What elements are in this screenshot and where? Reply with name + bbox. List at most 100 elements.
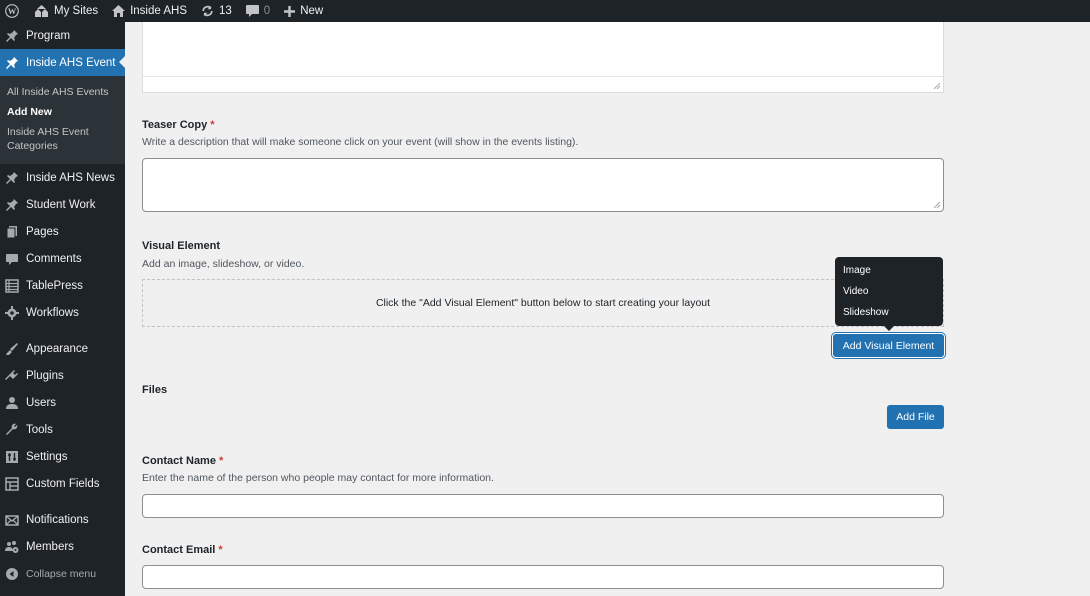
label-text: Teaser Copy	[142, 119, 208, 131]
sidebar-item-label: Tools	[26, 423, 53, 436]
fields-icon	[5, 476, 19, 491]
sidebar-item-program[interactable]: Program	[0, 22, 125, 49]
sidebar-item-label: Plugins	[26, 369, 64, 382]
sidebar-item-label: Pages	[26, 225, 59, 238]
user-icon	[5, 396, 19, 410]
admin-bar: W My Sites Inside AHS 13 0 New	[0, 0, 1090, 22]
gear-icon	[5, 305, 19, 320]
required-marker: *	[210, 119, 215, 131]
comments-count: 0	[263, 5, 271, 17]
sidebar-item-users[interactable]: Users	[0, 389, 125, 416]
sidebar-item-settings[interactable]: Settings	[0, 443, 125, 470]
contact-name-input[interactable]	[142, 494, 944, 518]
sidebar-item-label: Settings	[26, 450, 68, 463]
members-icon	[5, 540, 19, 554]
teaser-copy-description: Write a description that will make someo…	[142, 136, 579, 148]
sidebar-item-workflows[interactable]: Workflows	[0, 299, 125, 326]
wrench-icon	[5, 423, 19, 437]
sidebar-item-members[interactable]: Members	[0, 533, 125, 560]
label-text: Contact Email	[142, 544, 216, 556]
envelope-icon	[5, 513, 19, 527]
new-label: New	[300, 5, 324, 17]
sidebar-item-label: Custom Fields	[26, 477, 100, 490]
my-sites-label: My Sites	[54, 5, 99, 17]
textarea-status-bar	[143, 76, 943, 92]
sidebar-item-inside-ahs-event[interactable]: Inside AHS Event	[0, 49, 125, 76]
sidebar-item-collapse-menu[interactable]: Collapse menu	[0, 560, 125, 587]
settings-icon	[5, 450, 19, 464]
sidebar-item-label: Collapse menu	[26, 567, 97, 580]
sidebar-item-tablepress[interactable]: TablePress	[0, 272, 125, 299]
sidebar-item-comments[interactable]: Comments	[0, 245, 125, 272]
sidebar-item-label: Inside AHS Event	[26, 56, 116, 69]
menu-option-slideshow[interactable]: Slideshow	[835, 302, 943, 323]
visual-element-label: Visual Element	[142, 240, 221, 252]
sidebar-item-label: Users	[26, 396, 57, 409]
comments-button[interactable]: 0	[239, 0, 277, 22]
new-content-button[interactable]: New	[277, 0, 330, 22]
menu-option-video[interactable]: Video	[835, 281, 943, 302]
svg-text:W: W	[8, 7, 17, 16]
plug-icon	[5, 369, 19, 383]
my-sites-menu[interactable]: My Sites	[27, 0, 105, 22]
sidebar-item-label: Student Work	[26, 198, 96, 211]
submenu-item-inside-ahs-event-categories[interactable]: Inside AHS Event Categories	[0, 122, 125, 156]
add-file-button[interactable]: Add File	[887, 405, 944, 429]
contact-email-input[interactable]	[142, 565, 944, 589]
previous-field-textarea[interactable]	[142, 22, 944, 93]
sidebar-item-label: Notifications	[26, 513, 89, 526]
sidebar-submenu: All Inside AHS Events Add New Inside AHS E…	[0, 76, 125, 164]
sidebar-item-label: Program	[26, 29, 71, 42]
sidebar-item-custom-fields[interactable]: Custom Fields	[0, 470, 125, 497]
submenu-item-add-new[interactable]: Add New	[0, 102, 125, 122]
sidebar-item-plugins[interactable]: Plugins	[0, 362, 125, 389]
menu-separator	[0, 326, 125, 335]
wordpress-icon: W	[5, 4, 19, 18]
updates-count: 13	[219, 5, 232, 17]
sidebar-item-student-work[interactable]: Student Work	[0, 191, 125, 218]
add-visual-element-button[interactable]: Add Visual Element	[833, 334, 944, 357]
required-marker: *	[218, 544, 223, 556]
table-icon	[5, 278, 19, 293]
sidebar-item-tools[interactable]: Tools	[0, 416, 125, 443]
sidebar-item-label: TablePress	[26, 279, 83, 292]
comment-icon	[245, 5, 259, 17]
site-name-menu[interactable]: Inside AHS	[105, 0, 194, 22]
teaser-copy-label: Teaser Copy *	[142, 119, 215, 131]
brush-icon	[5, 342, 19, 356]
resize-handle-icon[interactable]	[933, 201, 941, 209]
sidebar-item-inside-ahs-news[interactable]: Inside AHS News	[0, 164, 125, 191]
submenu-item-all-inside-ahs-events[interactable]: All Inside AHS Events	[0, 82, 125, 102]
pin-icon	[5, 56, 19, 70]
sidebar-item-label: Inside AHS News	[26, 171, 115, 184]
pin-icon	[5, 198, 19, 212]
contact-name-description: Enter the name of the person who people …	[142, 472, 494, 484]
updates-button[interactable]: 13	[194, 0, 239, 22]
home-icon	[112, 5, 126, 17]
visual-element-type-menu: Image Video Slideshow	[835, 257, 943, 331]
sidebar-item-appearance[interactable]: Appearance	[0, 335, 125, 362]
refresh-icon	[202, 5, 213, 17]
sidebar-item-label: Comments	[26, 252, 82, 265]
sidebar-item-notifications[interactable]: Notifications	[0, 506, 125, 533]
collapse-icon	[5, 567, 19, 581]
sidebar-item-label: Appearance	[26, 342, 89, 355]
visual-element-dropzone: Click the "Add Visual Element" button be…	[142, 279, 944, 327]
teaser-copy-textarea[interactable]	[142, 158, 944, 212]
pin-icon	[5, 29, 19, 43]
menu-option-image[interactable]: Image	[835, 260, 943, 281]
dropzone-empty-text: Click the "Add Visual Element" button be…	[375, 297, 711, 309]
menu-separator	[0, 497, 125, 506]
resize-handle-icon[interactable]	[933, 82, 941, 90]
required-marker: *	[218, 455, 224, 467]
pages-icon	[5, 225, 19, 239]
plus-icon	[284, 5, 296, 17]
contact-name-label: Contact Name *	[142, 455, 223, 467]
sidebar-item-label: Members	[26, 540, 74, 553]
comment-icon	[5, 252, 19, 266]
admin-sidebar: Program Inside AHS Event All Inside AHS Ev…	[0, 22, 125, 596]
wordpress-logo-button[interactable]: W	[0, 0, 27, 22]
label-text: Contact Name	[142, 455, 216, 467]
sidebar-item-pages[interactable]: Pages	[0, 218, 125, 245]
sites-icon	[35, 5, 48, 17]
